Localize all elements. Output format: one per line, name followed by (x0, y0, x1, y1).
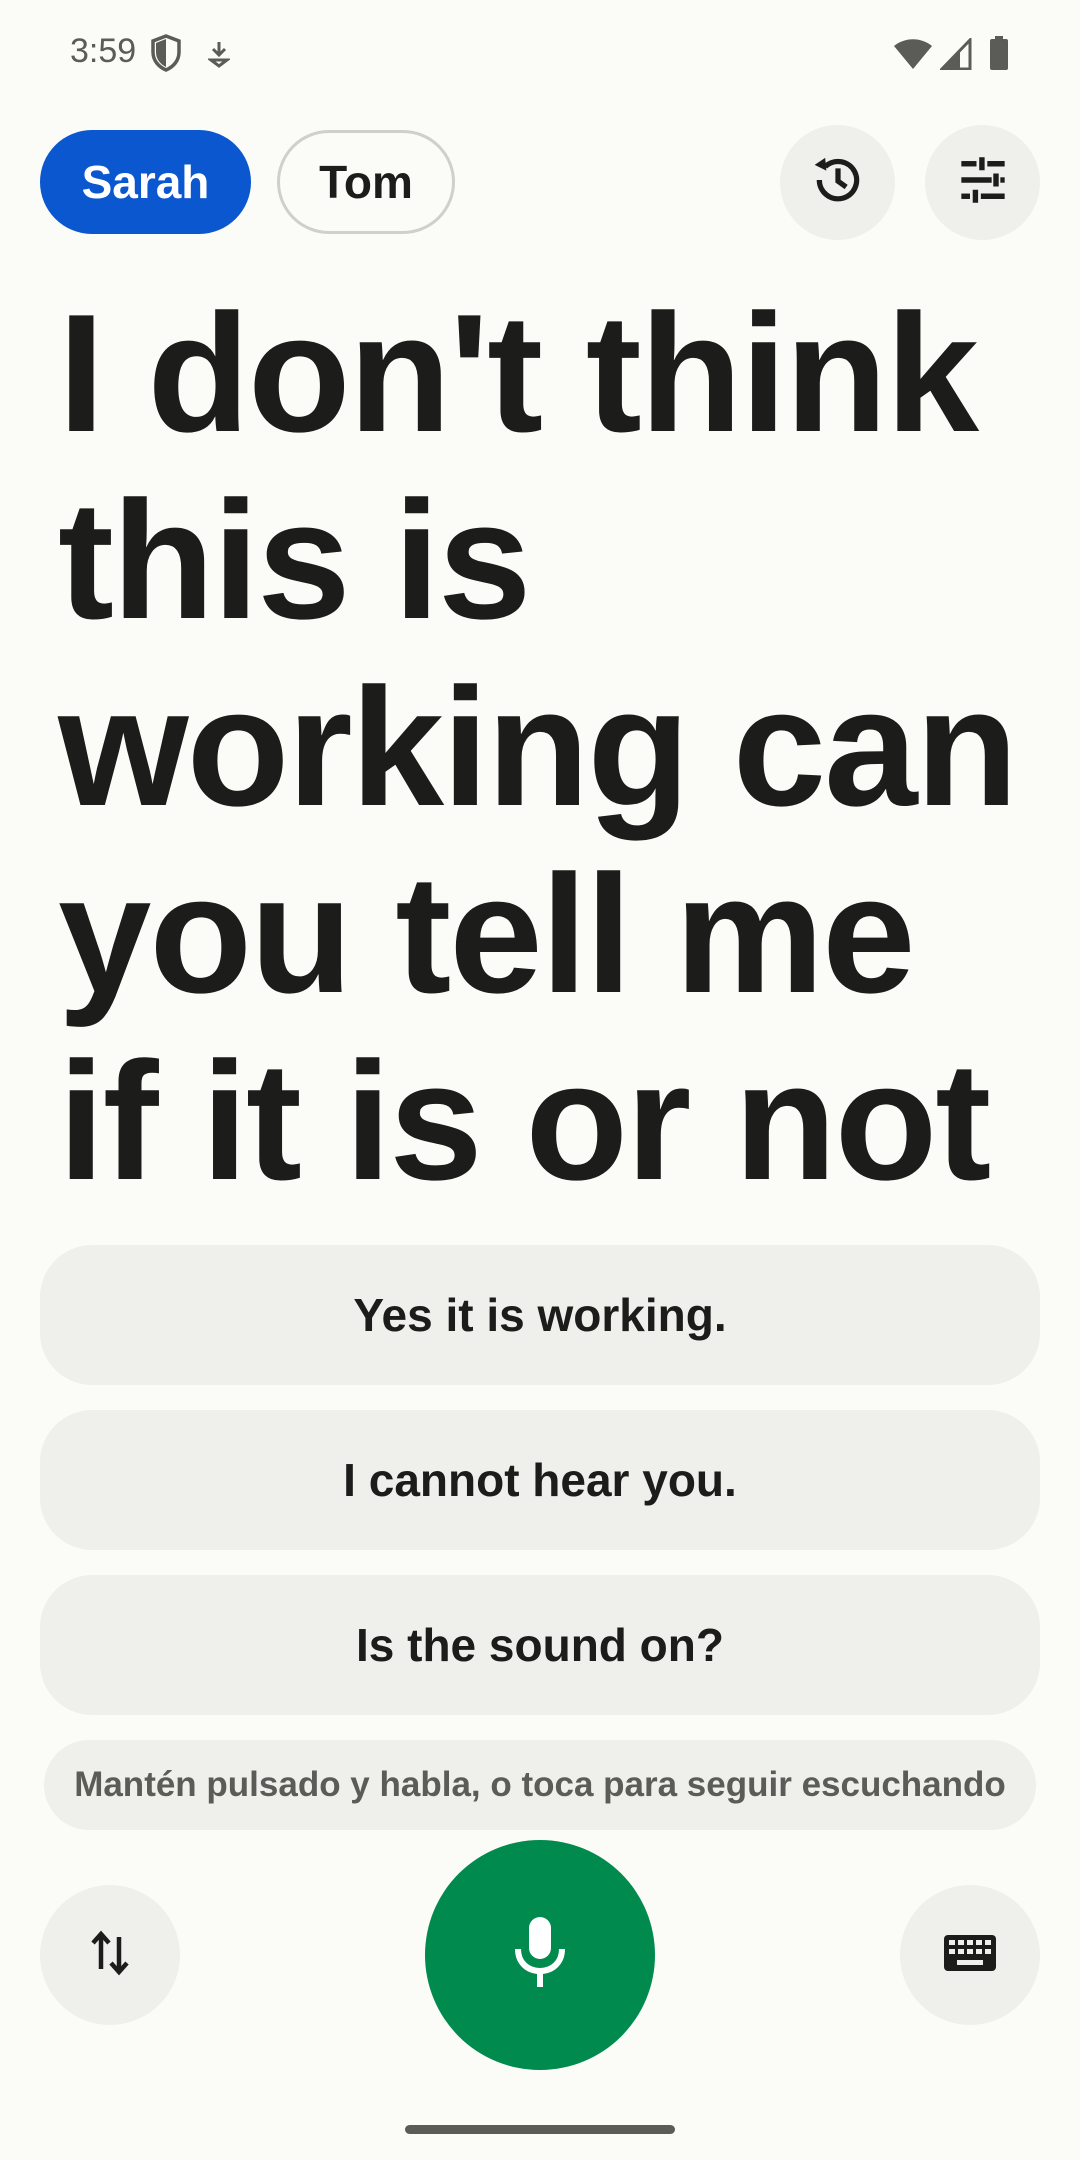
swap-button[interactable] (40, 1885, 180, 2025)
microphone-icon (510, 1913, 570, 1998)
battery-icon (989, 36, 1009, 75)
history-icon (810, 152, 866, 213)
swap-vertical-icon (88, 1929, 132, 1982)
home-indicator[interactable] (405, 2125, 675, 2134)
history-button[interactable] (780, 125, 895, 240)
suggested-reply-button[interactable]: Is the sound on? (40, 1575, 1040, 1715)
settings-button[interactable] (925, 125, 1040, 240)
suggested-reply-button[interactable]: Yes it is working. (40, 1245, 1040, 1385)
live-transcribe-screen: 3:59 Sarah Tom I don't think this is wor… (0, 0, 1080, 2160)
listening-hint: Mantén pulsado y habla, o toca para segu… (44, 1740, 1036, 1830)
keyboard-button[interactable] (900, 1885, 1040, 2025)
speaker-chip-sarah[interactable]: Sarah (40, 130, 251, 234)
suggested-reply-button[interactable]: I cannot hear you. (40, 1410, 1040, 1550)
speaker-chip-tom[interactable]: Tom (277, 130, 455, 234)
cellular-signal-icon (938, 36, 972, 75)
status-bar: 3:59 (0, 0, 1080, 110)
keyboard-icon (943, 1934, 997, 1977)
status-time: 3:59 (70, 32, 137, 70)
shield-icon (150, 34, 182, 77)
transcript-text: I don't think this is working can you te… (58, 279, 1018, 1215)
microphone-button[interactable] (425, 1840, 655, 2070)
tune-icon (957, 154, 1009, 211)
download-icon (206, 40, 232, 73)
wifi-icon (893, 38, 933, 75)
